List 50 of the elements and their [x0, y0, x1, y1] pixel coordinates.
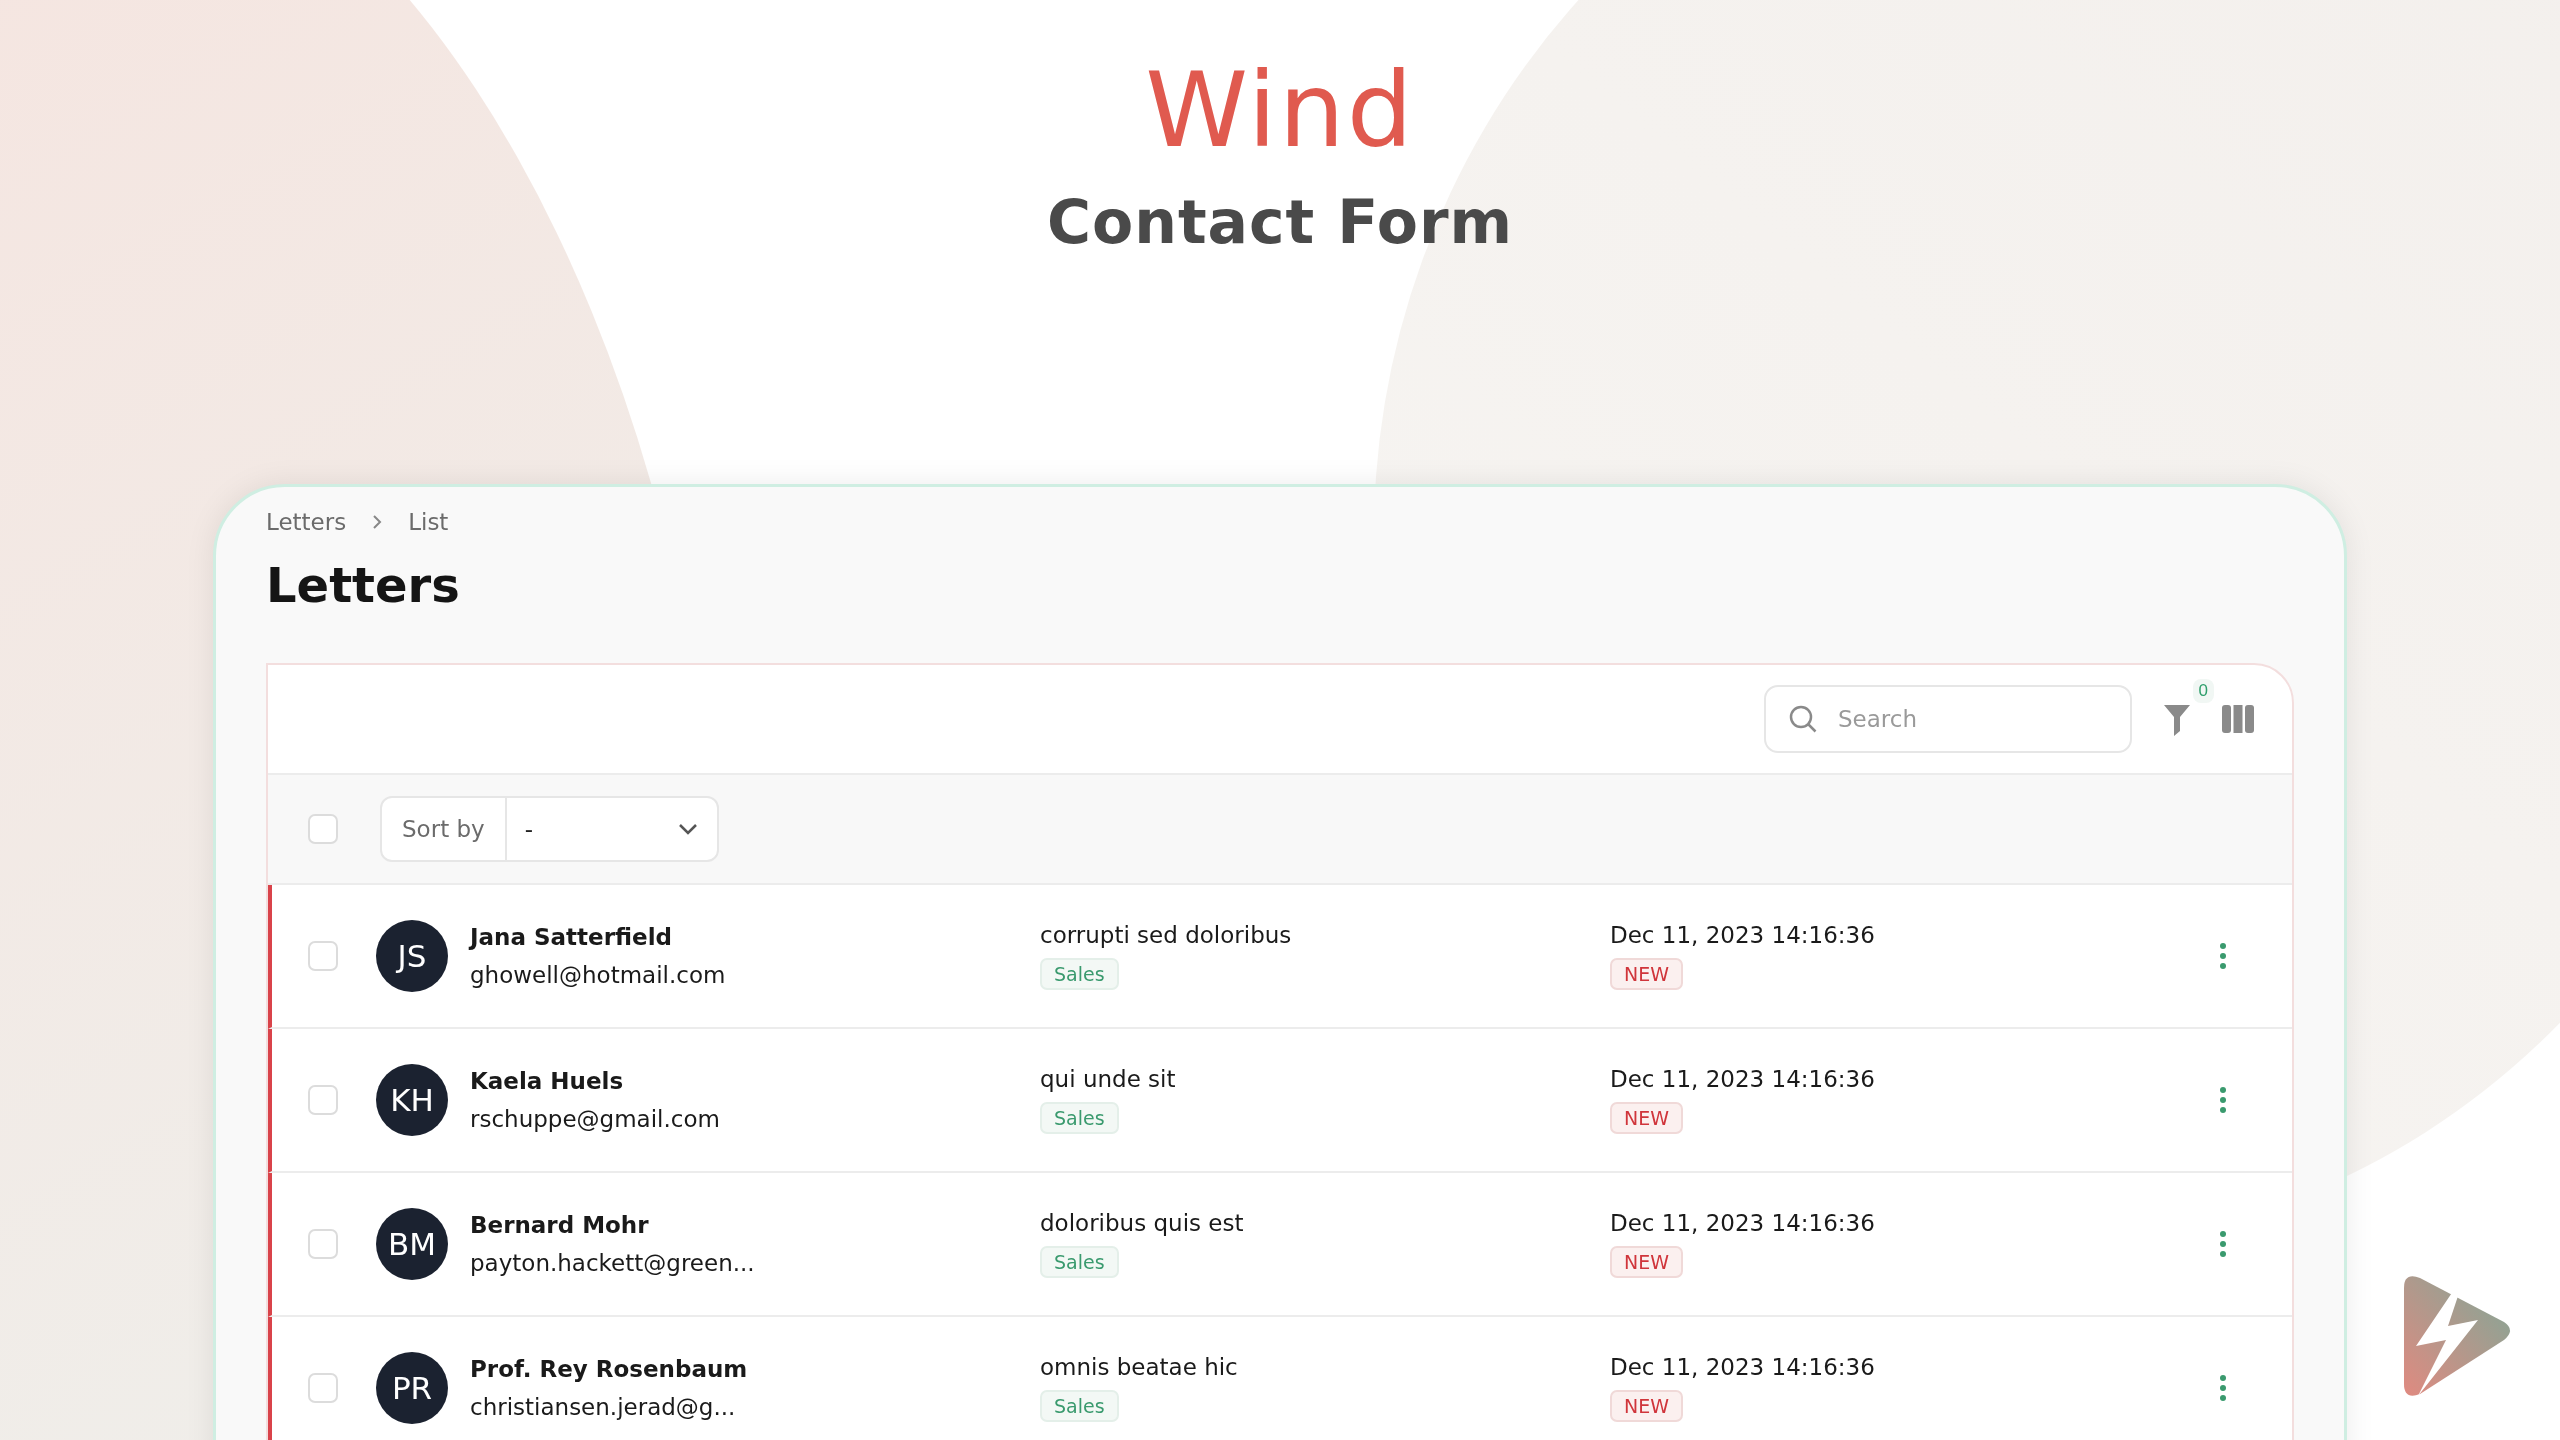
category-tag: Sales: [1040, 1390, 1119, 1422]
status-tag: NEW: [1610, 1102, 1683, 1134]
sender-email: ghowell@hotmail.com: [470, 962, 727, 988]
avatar: PR: [376, 1352, 448, 1424]
avatar: JS: [376, 920, 448, 992]
category-tag: Sales: [1040, 1246, 1119, 1278]
brand-title: Wind: [1145, 58, 1415, 162]
breadcrumb-link[interactable]: List: [408, 509, 449, 535]
letter-subject: omnis beatae hic: [1040, 1354, 1238, 1380]
letter-date: Dec 11, 2023 14:16:36: [1610, 1354, 1875, 1380]
sort-control[interactable]: Sort by -: [380, 796, 719, 862]
category-tag: Sales: [1040, 1102, 1119, 1134]
columns-button[interactable]: [2222, 705, 2254, 733]
category-tag: Sales: [1040, 958, 1119, 990]
letter-date: Dec 11, 2023 14:16:36: [1610, 922, 1875, 948]
avatar: BM: [376, 1208, 448, 1280]
sort-dropdown[interactable]: -: [506, 798, 717, 860]
status-tag: NEW: [1610, 1246, 1683, 1278]
letter-row[interactable]: PR Prof. Rey Rosenbaum christiansen.jerad@g... omnis beatae hic Sales Dec 11, 2023 14:16:36 NEW: [268, 1317, 2292, 1440]
sender-email: rschuppe@gmail.com: [470, 1106, 721, 1132]
chevron-down-icon: [676, 822, 699, 836]
search-icon: [1788, 704, 1818, 734]
letter-subject: doloribus quis est: [1040, 1210, 1244, 1236]
letter-row[interactable]: JS Jana Satterfield ghowell@hotmail.com corrupti sed doloribus Sales Dec 11, 2023 14:16:36 NEW: [268, 885, 2292, 1029]
avatar: KH: [376, 1064, 448, 1136]
sender-name: Prof. Rey Rosenbaum: [470, 1356, 749, 1382]
sender-name: Kaela Huels: [470, 1068, 625, 1094]
page-title: Letters: [266, 557, 461, 613]
sender-name: Jana Satterfield: [470, 924, 673, 950]
sender-email: christiansen.jerad@g...: [470, 1394, 737, 1420]
letter-date: Dec 11, 2023 14:16:36: [1610, 1210, 1875, 1236]
brand-subtitle: Contact Form: [1046, 192, 1514, 252]
checkbox[interactable]: [308, 814, 338, 844]
status-tag: NEW: [1610, 1390, 1683, 1422]
letter-subject: qui unde sit: [1040, 1066, 1176, 1092]
status-tag: NEW: [1610, 958, 1683, 990]
breadcrumb-link[interactable]: Letters: [266, 509, 347, 535]
checkbox[interactable]: [308, 941, 338, 971]
letter-row[interactable]: BM Bernard Mohr payton.hackett@green... doloribus quis est Sales Dec 11, 2023 14:16:36 NEW: [268, 1173, 2292, 1317]
search-field[interactable]: Search: [1764, 685, 2132, 753]
checkbox[interactable]: [308, 1373, 338, 1403]
letter-row[interactable]: KH Kaela Huels rschuppe@gmail.com qui unde sit Sales Dec 11, 2023 14:16:36 NEW: [268, 1029, 2292, 1173]
checkbox[interactable]: [308, 1085, 338, 1115]
filter-count: 0: [2192, 679, 2214, 703]
letter-subject: corrupti sed doloribus: [1040, 922, 1292, 948]
checkbox[interactable]: [308, 1229, 338, 1259]
letter-date: Dec 11, 2023 14:16:36: [1610, 1066, 1875, 1092]
sender-name: Bernard Mohr: [470, 1212, 650, 1238]
sender-email: payton.hackett@green...: [470, 1250, 756, 1276]
sort-label: Sort by: [382, 798, 507, 860]
